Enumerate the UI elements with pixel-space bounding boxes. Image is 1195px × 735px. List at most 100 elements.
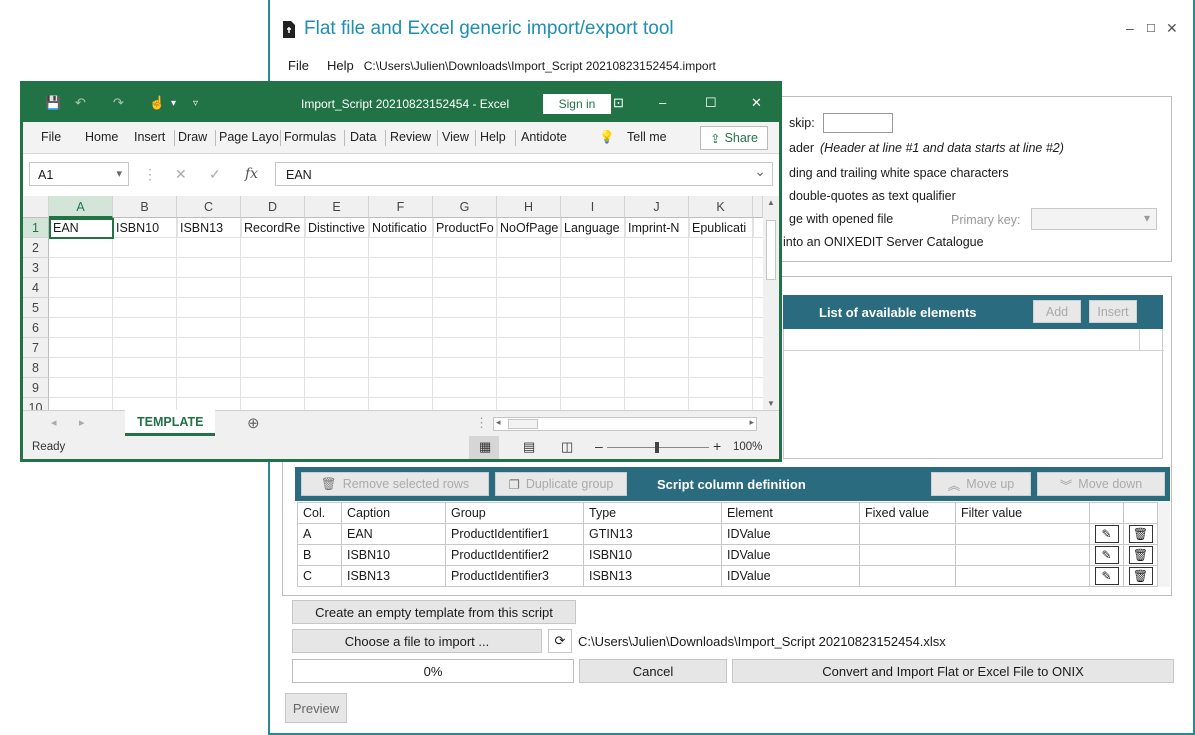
- share-button[interactable]: ⇪ Share: [700, 126, 768, 150]
- page-layout-view-icon[interactable]: ▤: [523, 439, 535, 455]
- vertical-scrollbar[interactable]: ▲ ▼: [763, 196, 779, 410]
- add-sheet-icon[interactable]: ⊕: [247, 414, 260, 432]
- insert-function-icon[interactable]: fx: [245, 166, 258, 182]
- skip-lines-input[interactable]: [823, 113, 893, 133]
- create-template-button[interactable]: Create an empty template from this scrip…: [292, 600, 576, 624]
- add-button[interactable]: Add: [1033, 300, 1081, 323]
- cell-I1[interactable]: Language: [562, 218, 626, 238]
- column-header[interactable]: D: [241, 196, 305, 218]
- menu-file[interactable]: File: [288, 58, 309, 73]
- table-row[interactable]: C ISBN13 ProductIdentifier3 ISBN13 IDVal…: [297, 565, 1158, 587]
- insert-button[interactable]: Insert: [1089, 300, 1137, 323]
- row-header[interactable]: 6: [23, 318, 49, 338]
- chevron-right-icon[interactable]: ▸: [79, 416, 85, 429]
- touch-mode-icon[interactable]: ☝: [149, 95, 165, 111]
- trash-icon[interactable]: 🗑: [1128, 525, 1153, 543]
- zoom-out-icon[interactable]: –: [595, 438, 603, 454]
- trash-icon[interactable]: 🗑: [1128, 546, 1153, 564]
- name-box[interactable]: A1: [29, 162, 129, 186]
- chevron-left-icon[interactable]: ◂: [51, 416, 57, 429]
- trash-icon[interactable]: 🗑: [1128, 567, 1153, 585]
- sheet-tab-template[interactable]: TEMPLATE: [125, 410, 216, 436]
- ribbon-tab-review[interactable]: Review: [390, 130, 431, 144]
- pencil-icon[interactable]: ✎: [1094, 546, 1119, 564]
- row-header[interactable]: 4: [23, 278, 49, 298]
- select-all-corner[interactable]: [23, 196, 49, 218]
- row-header[interactable]: 7: [23, 338, 49, 358]
- row-header[interactable]: 5: [23, 298, 49, 318]
- ribbon-tab-antidote[interactable]: Antidote: [521, 130, 567, 144]
- row-header[interactable]: 9: [23, 378, 49, 398]
- redo-icon[interactable]: ↷: [113, 95, 124, 111]
- cell-C1[interactable]: ISBN13: [178, 218, 242, 238]
- horizontal-scrollbar[interactable]: ◂ ▸: [493, 417, 757, 431]
- column-header[interactable]: H: [497, 196, 561, 218]
- convert-import-button[interactable]: Convert and Import Flat or Excel File to…: [732, 659, 1174, 683]
- row-header[interactable]: 1: [23, 218, 49, 238]
- spreadsheet-grid[interactable]: A B C D E F G H I J K 1 2 3 4 5 6 7 8 9 …: [23, 196, 763, 410]
- column-header[interactable]: A: [49, 196, 113, 218]
- cell-area[interactable]: [49, 218, 763, 410]
- cell-K1[interactable]: Epublicati: [690, 218, 754, 238]
- ribbon-tab-file[interactable]: File: [41, 130, 61, 144]
- undo-icon[interactable]: ↶: [75, 95, 86, 111]
- ribbon-tab-help[interactable]: Help: [480, 130, 506, 144]
- column-header[interactable]: F: [369, 196, 433, 218]
- close-icon[interactable]: ✕: [1166, 20, 1178, 37]
- ribbon-tab-data[interactable]: Data: [350, 130, 376, 144]
- duplicate-group-button[interactable]: ❐ Duplicate group: [495, 472, 627, 496]
- cell-E1[interactable]: Distinctive: [306, 218, 370, 238]
- ribbon-tab-view[interactable]: View: [442, 130, 469, 144]
- cell-G1[interactable]: ProductFo: [434, 218, 498, 238]
- table-scrollbar[interactable]: [1158, 502, 1170, 587]
- cell-J1[interactable]: Imprint-N: [626, 218, 690, 238]
- pencil-icon[interactable]: ✎: [1094, 525, 1119, 543]
- tell-me-search[interactable]: Tell me: [627, 130, 667, 144]
- move-down-button[interactable]: ︾ Move down: [1037, 472, 1165, 496]
- confirm-entry-icon[interactable]: ✓: [209, 166, 221, 183]
- column-header[interactable]: E: [305, 196, 369, 218]
- maximize-icon[interactable]: ☐: [1146, 22, 1156, 35]
- sign-in-button[interactable]: Sign in: [543, 94, 611, 114]
- column-header[interactable]: K: [689, 196, 753, 218]
- page-break-view-icon[interactable]: ◫: [561, 439, 573, 455]
- cancel-entry-icon[interactable]: ✕: [175, 166, 187, 183]
- maximize-icon[interactable]: ☐: [705, 95, 717, 111]
- ribbon-display-icon[interactable]: ⊡: [613, 95, 624, 111]
- cell-H1[interactable]: NoOfPage: [498, 218, 562, 238]
- cell-D1[interactable]: RecordRe: [242, 218, 306, 238]
- ribbon-tab-page-layout[interactable]: Page Layo: [219, 130, 279, 144]
- formula-input[interactable]: EAN: [275, 162, 773, 186]
- cancel-button[interactable]: Cancel: [579, 659, 727, 683]
- cell-F1[interactable]: Notificatio: [370, 218, 434, 238]
- ribbon-tab-formulas[interactable]: Formulas: [284, 130, 336, 144]
- refresh-icon[interactable]: ⟳: [548, 629, 572, 653]
- column-header[interactable]: I: [561, 196, 625, 218]
- move-up-button[interactable]: ︽ Move up: [931, 472, 1031, 496]
- save-icon[interactable]: 💾: [45, 95, 61, 111]
- minimize-icon[interactable]: –: [659, 95, 666, 110]
- pencil-icon[interactable]: ✎: [1094, 567, 1119, 585]
- primary-key-dropdown[interactable]: [1031, 208, 1157, 230]
- table-row[interactable]: B ISBN10 ProductIdentifier2 ISBN10 IDVal…: [297, 544, 1158, 566]
- ribbon-tab-home[interactable]: Home: [85, 130, 118, 144]
- close-icon[interactable]: ✕: [751, 95, 762, 111]
- row-header[interactable]: 8: [23, 358, 49, 378]
- normal-view-icon[interactable]: ▦: [479, 439, 491, 455]
- zoom-in-icon[interactable]: +: [713, 438, 721, 454]
- column-header[interactable]: C: [177, 196, 241, 218]
- zoom-level[interactable]: 100%: [733, 441, 762, 453]
- chevron-down-icon[interactable]: ▾: [171, 98, 176, 109]
- preview-button[interactable]: Preview: [285, 693, 347, 723]
- column-header[interactable]: G: [433, 196, 497, 218]
- table-row[interactable]: A EAN ProductIdentifier1 GTIN13 IDValue …: [297, 523, 1158, 545]
- row-header[interactable]: 10: [23, 398, 49, 410]
- ribbon-tab-draw[interactable]: Draw: [178, 130, 207, 144]
- customize-toolbar-icon[interactable]: ▿: [193, 98, 198, 109]
- minimize-icon[interactable]: –: [1126, 20, 1134, 36]
- zoom-slider-thumb[interactable]: [655, 442, 659, 453]
- cell-B1[interactable]: ISBN10: [114, 218, 178, 238]
- column-header[interactable]: J: [625, 196, 689, 218]
- available-elements-list[interactable]: [783, 329, 1164, 459]
- row-header[interactable]: 2: [23, 238, 49, 258]
